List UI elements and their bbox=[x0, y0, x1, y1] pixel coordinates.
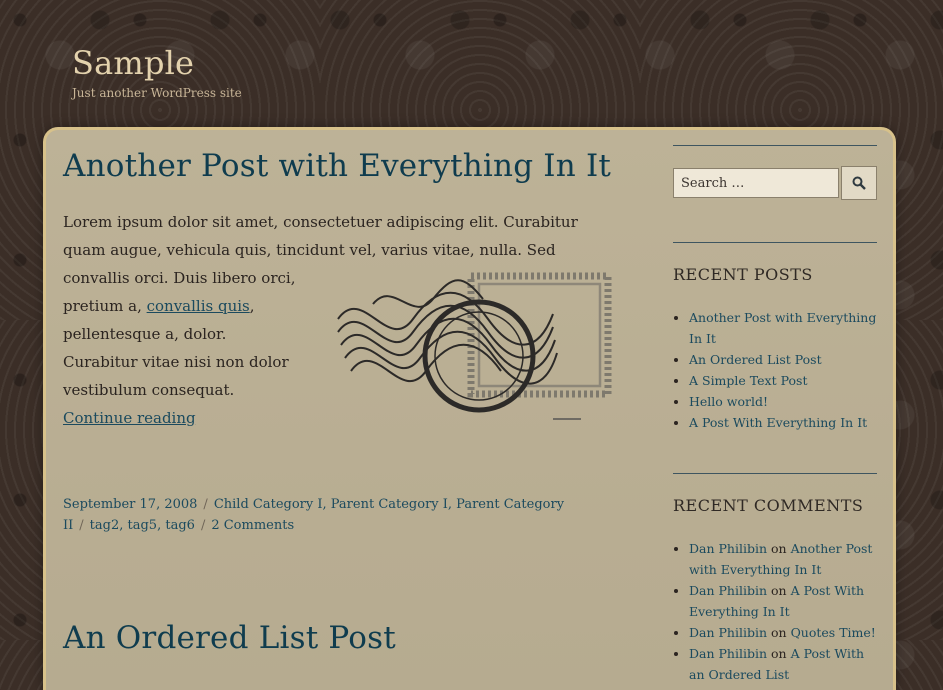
post-meta: September 17, 2008/Child Category I, Par… bbox=[63, 494, 623, 536]
recent-post-link[interactable]: Hello world! bbox=[689, 394, 768, 409]
recent-comments-title: RECENT COMMENTS bbox=[673, 496, 864, 515]
recent-comments-list: Dan Philibin on Another Post with Everyt… bbox=[673, 538, 877, 685]
list-item: Dan Philibin on Quotes Time! bbox=[689, 622, 877, 643]
post-excerpt-text: pellentesque a, dolor. Curabitur vitae n… bbox=[63, 325, 289, 399]
search-button[interactable] bbox=[841, 166, 877, 200]
sidebar: RECENT POSTS Another Post with Everythin… bbox=[673, 130, 877, 685]
post-title-link[interactable]: Another Post with Everything In It bbox=[63, 148, 611, 184]
meta-comma: , bbox=[119, 518, 128, 533]
post-title: An Ordered List Post bbox=[63, 618, 396, 658]
meta-separator: / bbox=[79, 518, 84, 533]
recent-post-link[interactable]: A Simple Text Post bbox=[689, 373, 807, 388]
site-header: Sample Just another WordPress site bbox=[72, 42, 242, 100]
comment-author-link[interactable]: Dan Philibin bbox=[689, 646, 767, 661]
category-link[interactable]: Parent Category I bbox=[331, 497, 448, 512]
list-item: Dan Philibin on A Post With Everything I… bbox=[689, 580, 877, 622]
recent-post-link[interactable]: An Ordered List Post bbox=[689, 352, 822, 367]
meta-comma: , bbox=[447, 497, 457, 512]
search-form bbox=[673, 166, 877, 200]
recent-posts-title: RECENT POSTS bbox=[673, 265, 813, 284]
post-excerpt-line: pretium a, convallis quis, bbox=[63, 292, 293, 320]
comments-link[interactable]: 2 Comments bbox=[211, 518, 294, 533]
content-panel: Another Post with Everything In It Lorem… bbox=[46, 130, 893, 690]
comment-author-link[interactable]: Dan Philibin bbox=[689, 625, 767, 640]
recent-post-link[interactable]: Another Post with Everything In It bbox=[689, 310, 876, 346]
site-title[interactable]: Sample bbox=[72, 42, 242, 84]
list-item: Dan Philibin on A Post With an Ordered L… bbox=[689, 643, 877, 685]
list-item: An Ordered List Post bbox=[689, 349, 877, 370]
meta-separator: / bbox=[203, 497, 208, 512]
widget-divider bbox=[673, 473, 877, 474]
tag-link[interactable]: tag5 bbox=[128, 518, 158, 533]
meta-comma: , bbox=[322, 497, 331, 512]
list-item: Dan Philibin on Another Post with Everyt… bbox=[689, 538, 877, 580]
comment-post-link[interactable]: Quotes Time! bbox=[791, 625, 876, 640]
post-date-link[interactable]: September 17, 2008 bbox=[63, 497, 197, 512]
postage-stamp-image bbox=[337, 272, 612, 420]
widget-divider bbox=[673, 145, 877, 146]
comment-connector: on bbox=[771, 646, 787, 661]
continue-reading-link[interactable]: Continue reading bbox=[63, 409, 196, 427]
comment-connector: on bbox=[771, 625, 787, 640]
list-item: A Simple Text Post bbox=[689, 370, 877, 391]
post: Another Post with Everything In It Lorem… bbox=[63, 146, 623, 533]
tag-link[interactable]: tag2 bbox=[90, 518, 120, 533]
search-input[interactable] bbox=[673, 168, 839, 198]
list-item: Hello world! bbox=[689, 391, 877, 412]
meta-separator: / bbox=[200, 518, 206, 533]
post-excerpt-line: pellentesque a, dolor. Curabitur vitae n… bbox=[63, 320, 293, 432]
widget-divider bbox=[673, 242, 877, 243]
comment-author-link[interactable]: Dan Philibin bbox=[689, 541, 767, 556]
main-content: Another Post with Everything In It Lorem… bbox=[63, 130, 623, 656]
post-body: Lorem ipsum dolor sit amet, consectetuer… bbox=[63, 208, 623, 468]
recent-post-link[interactable]: A Post With Everything In It bbox=[689, 415, 867, 430]
post-excerpt-text: pretium a, bbox=[63, 297, 147, 315]
site-description: Just another WordPress site bbox=[72, 86, 242, 100]
convallis-link[interactable]: convallis quis bbox=[147, 297, 250, 315]
tag-link[interactable]: tag6 bbox=[165, 518, 195, 533]
list-item: Another Post with Everything In It bbox=[689, 307, 877, 349]
list-item: A Post With Everything In It bbox=[689, 412, 877, 433]
comment-connector: on bbox=[771, 541, 787, 556]
post-title-link[interactable]: An Ordered List Post bbox=[63, 620, 396, 656]
comment-author-link[interactable]: Dan Philibin bbox=[689, 583, 767, 598]
post-excerpt-text: , bbox=[249, 297, 255, 315]
category-link[interactable]: Child Category I bbox=[214, 497, 323, 512]
recent-posts-list: Another Post with Everything In It An Or… bbox=[673, 307, 877, 433]
search-icon bbox=[852, 176, 866, 190]
comment-connector: on bbox=[771, 583, 787, 598]
post-title: Another Post with Everything In It bbox=[63, 146, 623, 186]
